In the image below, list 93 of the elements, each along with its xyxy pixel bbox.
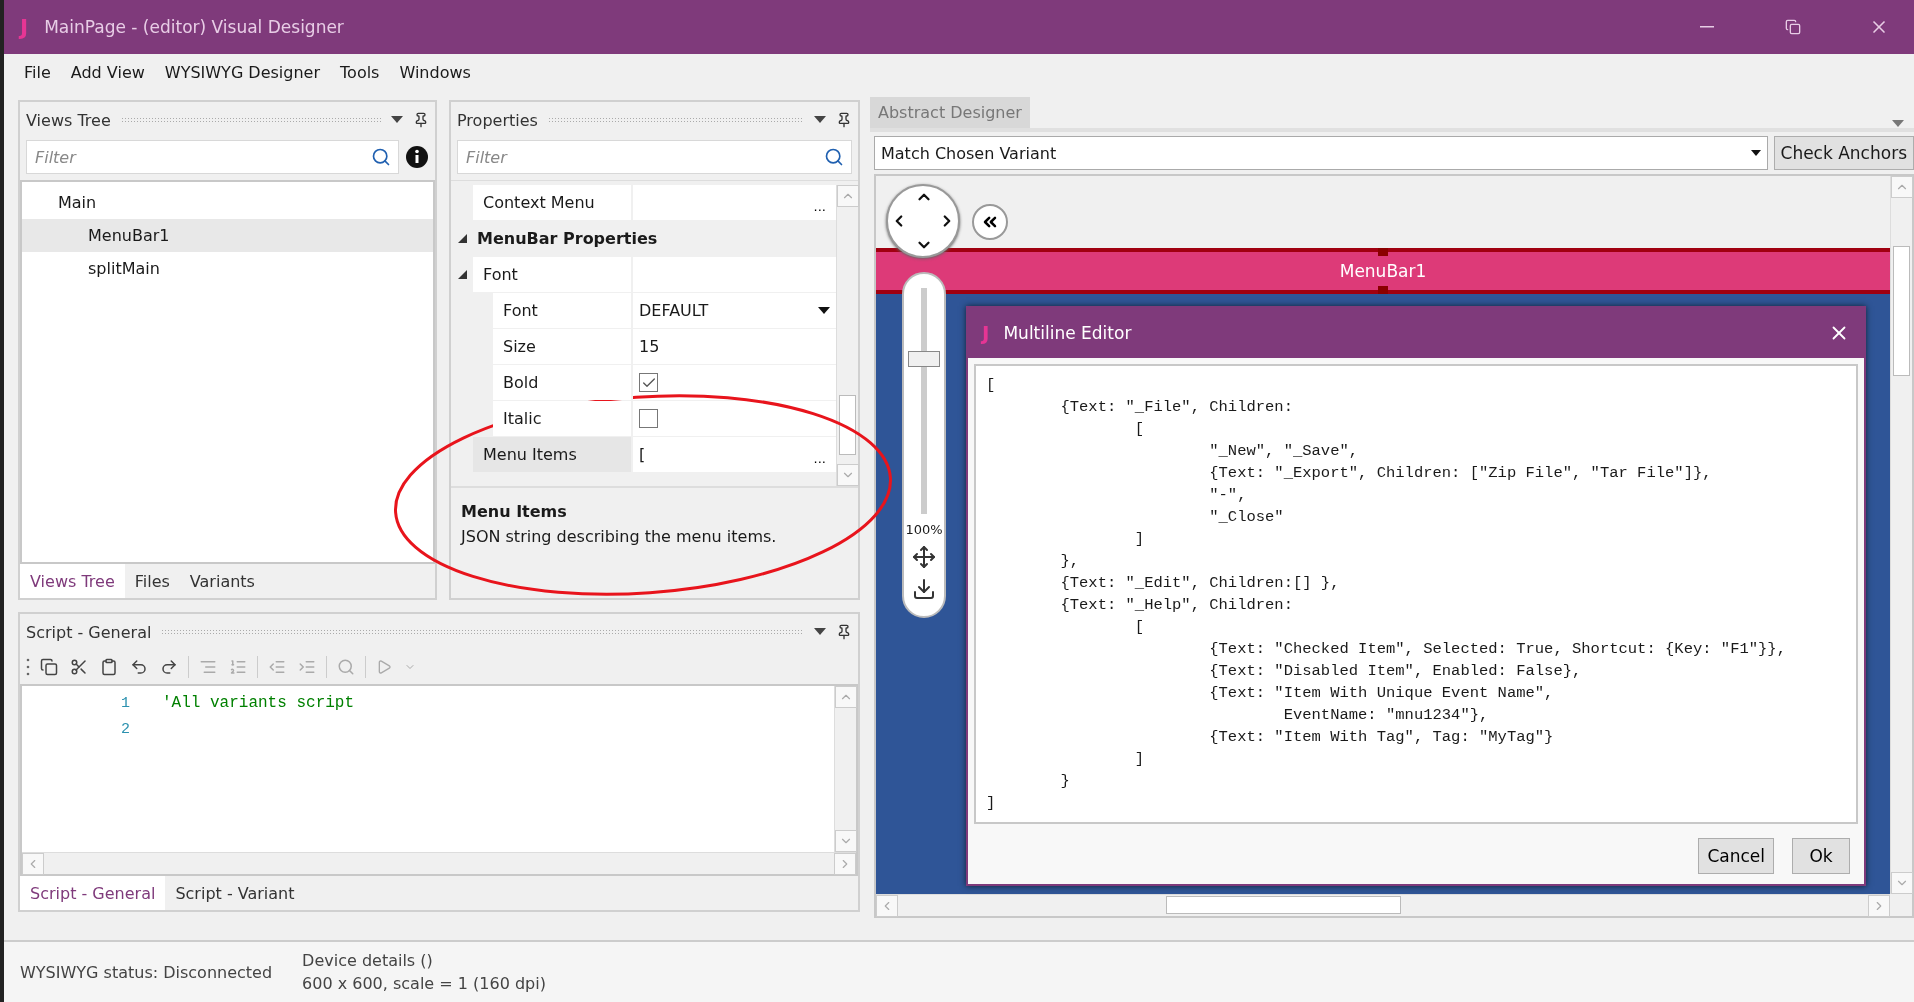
- scrollbar[interactable]: [836, 185, 858, 486]
- menu-item[interactable]: File: [18, 58, 61, 86]
- property-value: 15: [639, 337, 661, 356]
- menu-item[interactable]: WYSIWYG Designer: [158, 58, 331, 86]
- variant-dropdown[interactable]: Match Chosen Variant: [874, 136, 1768, 170]
- panel-tab[interactable]: Script - Variant: [165, 876, 305, 910]
- search-icon[interactable]: [371, 147, 391, 167]
- scroll-arrow-button[interactable]: [1891, 872, 1913, 894]
- scroll-arrow-button[interactable]: [834, 853, 856, 875]
- panel-tab[interactable]: Script - General: [20, 876, 166, 910]
- ellipsis-button[interactable]: ...: [809, 199, 830, 214]
- line-number: 2: [120, 720, 130, 738]
- code-line: 'All variants script: [162, 694, 355, 712]
- property-value: [: [639, 445, 647, 464]
- pin-icon[interactable]: [413, 112, 429, 128]
- tree-item[interactable]: Main: [22, 186, 433, 219]
- property-label[interactable]: Size: [493, 329, 633, 364]
- toolbar-grip-icon: [26, 657, 30, 677]
- scrollbar-thumb[interactable]: [839, 395, 856, 455]
- panel-title: Script - General: [26, 622, 152, 642]
- panel-tab[interactable]: Variants: [179, 564, 265, 598]
- property-label[interactable]: Context Menu: [473, 185, 633, 220]
- scroll-arrow-button[interactable]: [835, 686, 857, 708]
- app-logo: J: [982, 321, 990, 345]
- check-anchors-button[interactable]: Check Anchors: [1773, 136, 1914, 170]
- description-text: JSON string describing the menu items.: [461, 527, 778, 546]
- filter-field[interactable]: Filter: [26, 140, 399, 174]
- scroll-arrow-button[interactable]: [22, 853, 44, 875]
- copy-icon[interactable]: [38, 656, 60, 678]
- scroll-arrow-button[interactable]: [1868, 895, 1890, 917]
- dialog-button[interactable]: Ok: [1792, 838, 1850, 874]
- panel-tab[interactable]: Files: [124, 564, 180, 598]
- property-label[interactable]: Font: [493, 293, 633, 328]
- scrollbar[interactable]: [1890, 176, 1912, 894]
- menubar-label: MenuBar1: [1339, 261, 1427, 281]
- ellipsis-button[interactable]: ...: [809, 451, 830, 466]
- dropdown-arrow-icon[interactable]: [814, 628, 826, 636]
- slider-thumb[interactable]: [908, 351, 940, 367]
- checkbox[interactable]: [639, 373, 658, 392]
- status-text: WYSIWYG status: Disconnected: [20, 962, 273, 982]
- property-label[interactable]: Italic: [493, 401, 633, 436]
- device-title: Device details (): [302, 951, 434, 970]
- scroll-arrow-button[interactable]: [837, 185, 859, 207]
- line-number: 1: [120, 694, 130, 712]
- scroll-arrow-button[interactable]: [1891, 176, 1913, 198]
- scrollbar-thumb[interactable]: [1893, 246, 1910, 376]
- description-title: Menu Items: [461, 502, 568, 521]
- info-icon[interactable]: [405, 145, 429, 169]
- scroll-arrow-button[interactable]: [835, 830, 857, 852]
- tree-item[interactable]: splitMain: [22, 252, 433, 285]
- scrollbar[interactable]: [834, 686, 856, 852]
- filter-field[interactable]: Filter: [457, 140, 852, 174]
- pin-icon[interactable]: [836, 112, 852, 128]
- restore-icon: [1785, 19, 1801, 35]
- dropdown-arrow-icon: [1750, 150, 1761, 156]
- property-value: DEFAULT: [639, 301, 710, 320]
- menu-item[interactable]: Tools: [334, 58, 390, 86]
- move-icon[interactable]: [912, 545, 936, 569]
- property-label: Font: [473, 257, 633, 292]
- property-label[interactable]: Bold: [493, 365, 633, 400]
- text-editor[interactable]: [ {Text: "_File", Children: [ "_New", "_Save", {Text: "_Export", Children: ["Zip File", "Tar File"]}, "-", "_Close" ] }, {Text: "_Edit", Children:[] }, {Text: "_Help", Children: [ {Text: "Checked Item", Selected: True, Shortcut: {Key: "F1"}}, {Text: "Disabled Item", Enabled: False}, {Text: "Item With Unique Event Name", EventName: "mnu1234"}, {Text: "Item With Tag", Tag: "MyTag"} ] } ]: [974, 364, 1858, 824]
- menubar-preview[interactable]: MenuBar1: [876, 248, 1890, 294]
- category-label: MenuBar Properties: [476, 228, 658, 250]
- tree-item[interactable]: MenuBar1: [22, 219, 433, 252]
- checkbox[interactable]: [639, 409, 658, 428]
- property-label[interactable]: Menu Items: [473, 437, 633, 472]
- panel-title: Properties: [457, 110, 538, 130]
- selection-handle[interactable]: [1378, 286, 1388, 294]
- dialog-title: Multiline Editor: [1003, 323, 1133, 343]
- zoom-reading: 100%: [905, 522, 943, 537]
- selection-handle[interactable]: [1378, 248, 1388, 256]
- menu-item[interactable]: Windows: [393, 58, 481, 86]
- menu-item[interactable]: Add View: [64, 58, 155, 86]
- panel-title: Views Tree: [26, 110, 111, 130]
- dropdown-arrow-icon[interactable]: [391, 116, 403, 124]
- search-icon[interactable]: [824, 147, 844, 167]
- minimize-icon: [1700, 26, 1714, 28]
- dialog-button[interactable]: Cancel: [1698, 838, 1774, 874]
- scroll-arrow-button[interactable]: [876, 895, 898, 917]
- pin-icon[interactable]: [836, 624, 852, 640]
- scroll-arrow-button[interactable]: [837, 464, 859, 486]
- collapse-triangle-icon[interactable]: [456, 269, 468, 280]
- collapse-triangle-icon[interactable]: [456, 233, 468, 244]
- dropdown-arrow-icon[interactable]: [818, 306, 830, 315]
- download-icon[interactable]: [912, 577, 936, 601]
- dropdown-arrow-icon[interactable]: [814, 116, 826, 124]
- window-title: MainPage - (editor) Visual Designer: [44, 17, 345, 37]
- device-info: 600 x 600, scale = 1 (160 dpi): [302, 974, 546, 993]
- scrollbar-thumb[interactable]: [1166, 896, 1401, 914]
- panel-tab[interactable]: Views Tree: [20, 564, 125, 598]
- app-logo: J: [20, 14, 29, 40]
- scrollbar[interactable]: [876, 894, 1890, 916]
- scrollbar[interactable]: [22, 852, 856, 874]
